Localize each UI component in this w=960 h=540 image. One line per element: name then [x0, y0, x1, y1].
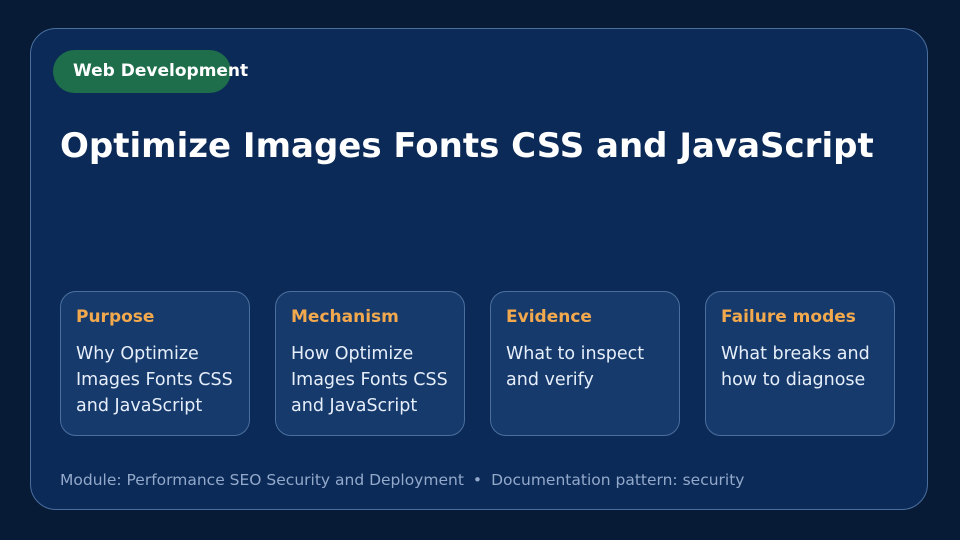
- card-mechanism: Mechanism How Optimize Images Fonts CSS …: [275, 291, 465, 436]
- card-failure-modes: Failure modes What breaks and how to dia…: [705, 291, 895, 436]
- footer-module: Module: Performance SEO Security and Dep…: [60, 471, 464, 489]
- footer-pattern: Documentation pattern: security: [491, 471, 745, 489]
- card-title: Purpose: [76, 307, 155, 327]
- card-body: What breaks and how to diagnose: [721, 344, 870, 390]
- card-title: Failure modes: [721, 307, 856, 327]
- category-tag: Web Development: [53, 50, 248, 93]
- slide-title: Optimize Images Fonts CSS and JavaScript: [60, 126, 874, 166]
- slide-panel: Web Development Optimize Images Fonts CS…: [30, 28, 928, 510]
- slide-footer: Module: Performance SEO Security and Dep…: [60, 470, 744, 490]
- footer-separator: •: [472, 471, 483, 489]
- card-body: Why Optimize Images Fonts CSS and JavaSc…: [76, 344, 233, 416]
- card-title: Evidence: [506, 307, 592, 327]
- card-evidence: Evidence What to inspect and verify: [490, 291, 680, 436]
- card-title: Mechanism: [291, 307, 399, 327]
- card-purpose: Purpose Why Optimize Images Fonts CSS an…: [60, 291, 250, 436]
- card-body: What to inspect and verify: [506, 344, 645, 390]
- card-body: How Optimize Images Fonts CSS and JavaSc…: [291, 344, 448, 416]
